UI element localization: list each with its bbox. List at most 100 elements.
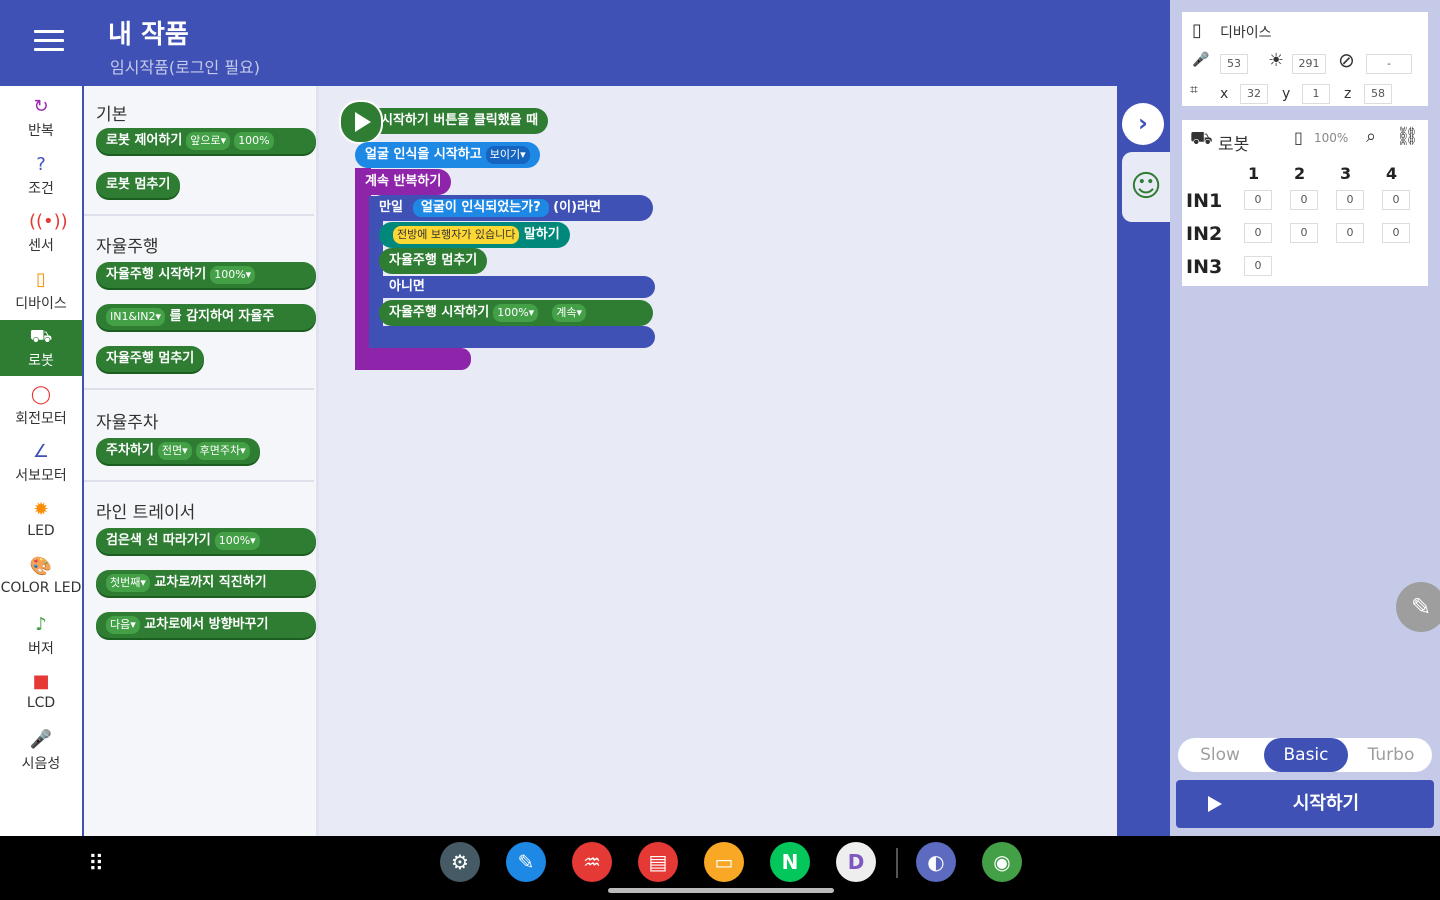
gesture-bar[interactable] xyxy=(608,888,834,893)
robot-icon[interactable]: ☺ xyxy=(1122,152,1170,222)
z-value: 58 xyxy=(1364,84,1392,104)
block-line-follow[interactable]: 검은색 선 따라가기 100%▾ xyxy=(96,528,316,554)
naver-icon[interactable]: N xyxy=(770,842,810,882)
start-event-badge xyxy=(339,100,383,144)
block-park[interactable]: 주차하기 전면▾ 후면주차▾ xyxy=(96,438,260,464)
category-2[interactable]: ((•)) 센서 xyxy=(0,205,82,261)
category-7[interactable]: ✹ LED xyxy=(0,493,82,549)
category-8[interactable]: 🎨 COLOR LED xyxy=(0,550,82,616)
block-face-start[interactable]: 얼굴 인식을 시작하고 보이기▾ xyxy=(355,142,540,168)
block-auto-drive-stop[interactable]: 자율주행 멈추기 xyxy=(96,346,205,372)
in2-2: 0 xyxy=(1290,223,1318,243)
col-1: 1 xyxy=(1248,164,1260,183)
search-icon[interactable]: ⌕ xyxy=(1366,126,1376,147)
robot-title: 로봇 xyxy=(1218,135,1250,155)
pencil-icon[interactable]: ✎ xyxy=(1396,582,1440,632)
robot-icon: ⛟ xyxy=(1190,128,1213,149)
chevron-right-icon[interactable]: › xyxy=(1122,103,1164,145)
speed-turbo[interactable]: Turbo xyxy=(1350,738,1432,772)
taskbar-divider xyxy=(896,848,898,878)
category-10[interactable]: ■ LCD xyxy=(0,665,82,721)
internet-icon[interactable]: ◐ xyxy=(916,842,956,882)
link-off-icon[interactable]: ⛓ xyxy=(1396,126,1419,147)
else-label: 아니면 xyxy=(389,279,425,294)
category-11[interactable]: 🎤 시음성 xyxy=(0,723,82,779)
col-4: 4 xyxy=(1386,164,1398,183)
block-workspace[interactable]: 시작하기 버튼을 클릭했을 때 얼굴 인식을 시작하고 보이기▾ 계속 반복하기 … xyxy=(319,86,1117,836)
hamburger-menu-icon[interactable] xyxy=(34,30,64,56)
section-basic: 기본 xyxy=(96,105,128,125)
block-auto-drive-detect[interactable]: IN1&IN2▾ 를 감지하여 자율주 xyxy=(96,304,316,330)
divider xyxy=(84,480,314,482)
block-cross-straight[interactable]: 첫번째▾ 교차로까지 직진하기 xyxy=(96,570,316,596)
category-icon: ♪ xyxy=(35,613,47,635)
in1-3: 0 xyxy=(1336,190,1364,210)
block-cross-turn[interactable]: 다음▾ 교차로에서 방향바꾸기 xyxy=(96,612,316,638)
category-icon: ▯ xyxy=(36,268,46,290)
speed-basic[interactable]: Basic xyxy=(1264,738,1348,772)
phone-icon: ▯ xyxy=(1192,20,1202,41)
divider xyxy=(84,214,314,216)
block-auto-start[interactable]: 자율주행 시작하기 100%▾ 계속▾ xyxy=(379,300,653,326)
block-if[interactable]: 만일 얼굴이 인식되었는가? (이)라면 xyxy=(369,195,653,221)
start-button[interactable]: 시작하기 xyxy=(1176,780,1434,828)
category-icon: 🎨 xyxy=(29,556,53,577)
category-9[interactable]: ♪ 버저 xyxy=(0,608,82,664)
category-0[interactable]: ↻ 반복 xyxy=(0,90,82,146)
category-icon: ↻ xyxy=(33,96,49,117)
accelerometer-icon: ⌗ xyxy=(1190,82,1198,98)
rotation-icon: ⊘ xyxy=(1338,48,1355,72)
play-icon xyxy=(355,112,371,132)
section-line-tracer: 라인 트레이서 xyxy=(96,503,196,523)
z-label: z xyxy=(1344,86,1352,102)
category-label: LCD xyxy=(26,695,56,711)
block-say[interactable]: 전방에 보행자가 있습니다 말하기 xyxy=(379,222,570,248)
category-label: LED xyxy=(27,522,55,539)
y-value: 1 xyxy=(1302,84,1330,104)
block-robot-control[interactable]: 로봇 제어하기 앞으로▾ 100% xyxy=(96,128,316,154)
category-4[interactable]: ⛟ 로봇 xyxy=(0,320,82,376)
divider xyxy=(84,388,314,390)
block-robot-stop[interactable]: 로봇 멈추기 xyxy=(96,172,181,198)
category-label: 로봇 xyxy=(28,353,54,369)
robot-card: ⛟ 로봇 ▯ 100% ⌕ ⛓ 1 2 3 4 IN1 0 0 0 0 IN2 … xyxy=(1182,120,1428,286)
device-title: 디바이스 xyxy=(1220,25,1272,41)
category-label: 시음성 xyxy=(21,755,61,772)
category-icon: ∠ xyxy=(32,441,50,462)
pen-icon[interactable]: ✎ xyxy=(506,842,546,882)
in1-1: 0 xyxy=(1244,190,1272,210)
in1-4: 0 xyxy=(1382,190,1410,210)
voice-recorder-icon[interactable]: ♒ xyxy=(572,842,612,882)
in2-1: 0 xyxy=(1244,223,1272,243)
category-icon: ■ xyxy=(32,671,50,692)
settings-icon[interactable]: ⚙ xyxy=(440,842,480,882)
category-icon: ? xyxy=(36,153,46,175)
category-icon: 🎤 xyxy=(29,728,53,750)
apps-grid-icon[interactable]: ⠿ xyxy=(88,852,104,877)
battery-icon: ▯ xyxy=(1294,128,1303,147)
block-category-sidebar: ↻ 반복? 조건 ((•)) 센서 ▯ 디바이스 ⛟ 로봇 ◯ 회전모터 ∠ 서보모터 ✹ LED 🎨 COLO… xyxy=(0,86,82,836)
category-icon: ((•)) xyxy=(29,211,68,232)
block-auto-stop[interactable]: 자율주행 멈추기 xyxy=(379,248,488,274)
loop-end-cap xyxy=(355,348,471,370)
category-5[interactable]: ◯ 회전모터 xyxy=(0,378,82,434)
files-icon[interactable]: ▭ xyxy=(704,842,744,882)
chrome-icon[interactable]: ◉ xyxy=(982,842,1022,882)
category-label: COLOR LED xyxy=(0,580,82,596)
category-label: 디바이스 xyxy=(15,295,67,312)
light-value: 291 xyxy=(1292,54,1326,74)
speed-slow[interactable]: Slow xyxy=(1178,738,1262,772)
category-1[interactable]: ? 조건 xyxy=(0,148,82,204)
in2-3: 0 xyxy=(1336,223,1364,243)
block-auto-drive-start[interactable]: 자율주행 시작하기 100%▾ xyxy=(96,262,316,288)
category-label: 센서 xyxy=(28,238,54,254)
d-app-icon[interactable]: D xyxy=(836,842,876,882)
category-3[interactable]: ▯ 디바이스 xyxy=(0,263,82,319)
block-flyout: 기본 로봇 제어하기 앞으로▾ 100% 로봇 멈추기 자율주행 자율주행 시작하기… xyxy=(84,86,319,836)
category-label: 회전모터 xyxy=(15,410,67,427)
block-forever-loop[interactable]: 계속 반복하기 xyxy=(355,169,452,195)
row-in1: IN1 xyxy=(1186,190,1223,212)
category-6[interactable]: ∠ 서보모터 xyxy=(0,435,82,491)
notes-icon[interactable]: ▤ xyxy=(638,842,678,882)
section-auto-drive: 자율주행 xyxy=(96,237,159,257)
